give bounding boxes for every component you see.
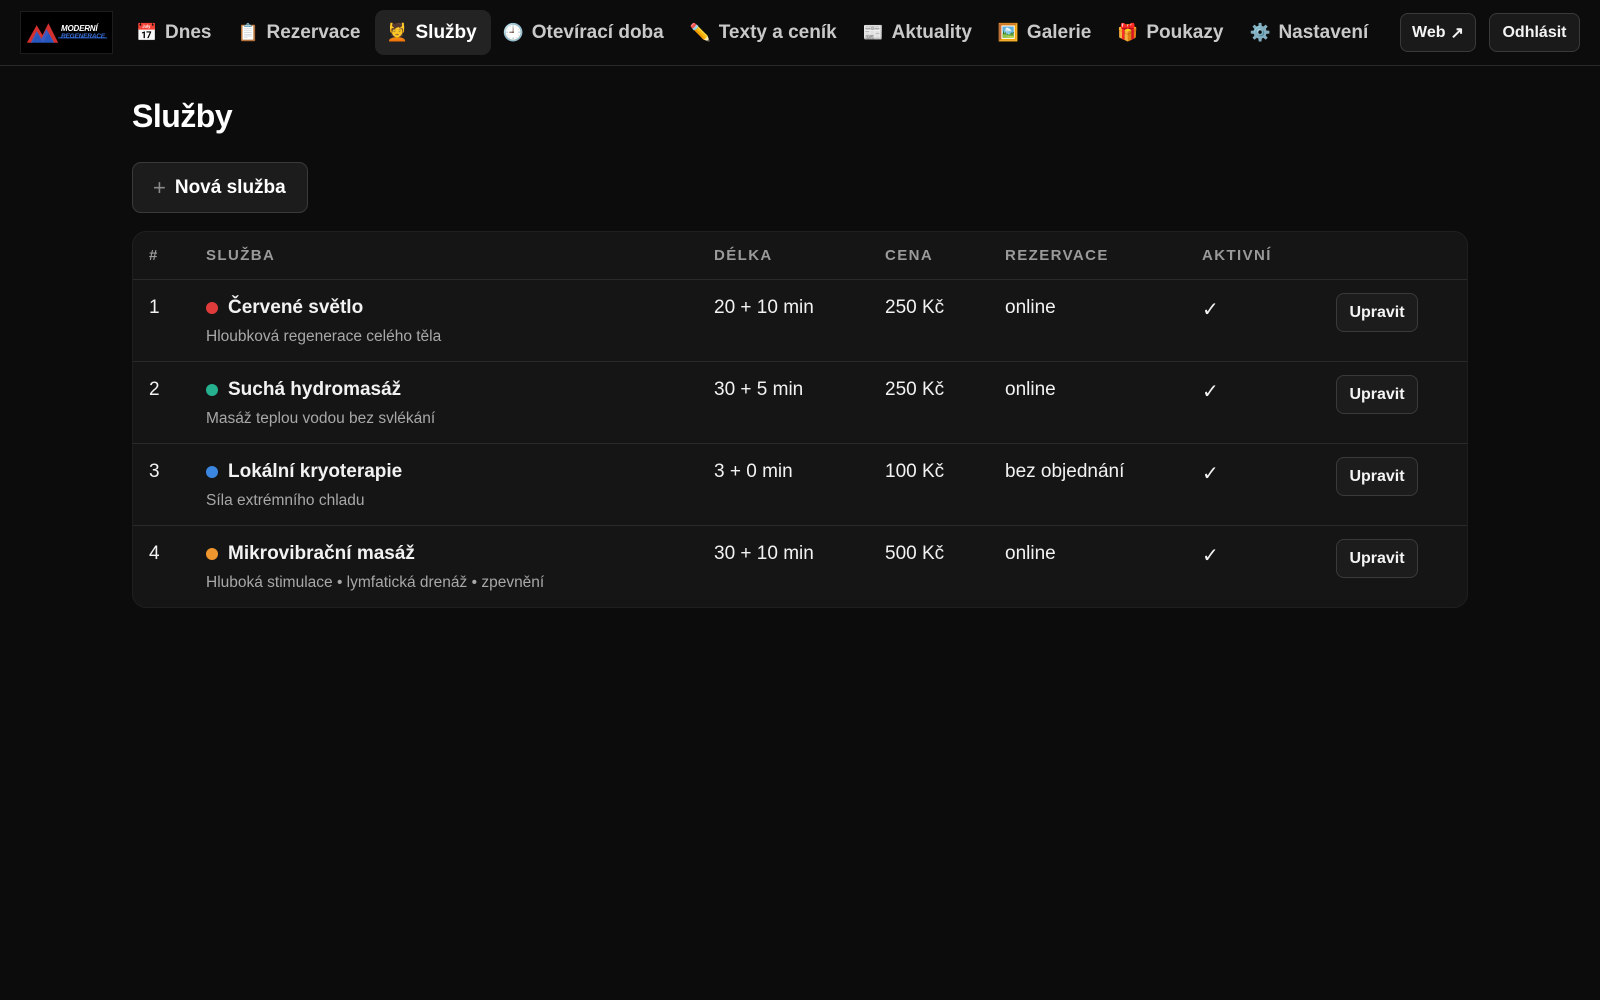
row-number: 3 (149, 461, 160, 482)
service-name-cell: Mikrovibrační masáž (206, 543, 415, 565)
nav-item-4[interactable]: ✏️ Texty a ceník (678, 10, 851, 55)
nav-item-label: Poukazy (1146, 21, 1224, 43)
service-description: Hluboká stimulace • lymfatická drenáž • … (206, 574, 545, 591)
header-number: # (149, 247, 159, 264)
services-table: # SLUŽBA DÉLKA CENA REZERVACE AKTIVNÍ 1 Č… (132, 231, 1468, 608)
row-number: 1 (149, 297, 160, 318)
table-row: 3 Lokální kryoterapie Síla extrémního chla… (133, 444, 1467, 526)
nav-item-1[interactable]: 📋 Rezervace (225, 10, 374, 55)
edit-button[interactable]: Upravit (1336, 375, 1418, 414)
active-check-icon: ✓ (1202, 381, 1219, 403)
logo-line2: REGENERACE (61, 33, 105, 40)
logo-line1: MODERNÍ (61, 24, 98, 33)
picture-icon: 🖼️ (997, 22, 1020, 42)
web-button-label: Web (1412, 23, 1446, 41)
nav-item-2[interactable]: 💆 Služby (374, 10, 491, 55)
external-link-icon: ↗ (1450, 24, 1464, 42)
nav-item-3[interactable]: 🕘 Otevírací doba (491, 10, 678, 55)
nav-item-label: Dnes (165, 21, 212, 43)
service-length: 30 + 10 min (714, 543, 814, 564)
service-name: Mikrovibrační masáž (228, 543, 415, 564)
page-title: Služby (132, 98, 233, 134)
nav-item-label: Nastavení (1278, 21, 1369, 43)
service-name-cell: Červené světlo (206, 297, 363, 319)
edit-button[interactable]: Upravit (1336, 457, 1418, 496)
nav-item-5[interactable]: 📰 Aktuality (851, 10, 986, 55)
service-reservation: online (1005, 297, 1056, 318)
main-nav: 📅 Dnes 📋 Rezervace 💆 Služby 🕘 Otevírací doba ✏️ T… (124, 10, 1382, 55)
header-length: DÉLKA (714, 247, 773, 264)
service-name: Suchá hydromasáž (228, 379, 402, 400)
service-name: Lokální kryoterapie (228, 461, 403, 482)
nav-item-0[interactable]: 📅 Dnes (124, 10, 225, 55)
service-description: Hloubková regenerace celého těla (206, 328, 442, 345)
service-price: 250 Kč (885, 379, 945, 400)
header-reservation: REZERVACE (1005, 247, 1109, 264)
brand-logo[interactable]: MODERNÍ REGENERACE (20, 11, 113, 54)
clock-icon: 🕘 (502, 22, 524, 42)
active-check-icon: ✓ (1202, 463, 1219, 485)
service-color-dot (206, 302, 218, 314)
service-reservation: online (1005, 379, 1056, 400)
nav-item-7[interactable]: 🎁 Poukazy (1105, 10, 1237, 55)
active-check-icon: ✓ (1202, 545, 1219, 567)
service-name-cell: Suchá hydromasáž (206, 379, 401, 401)
row-number: 4 (149, 543, 160, 564)
nav-item-6[interactable]: 🖼️ Galerie (986, 10, 1105, 55)
service-reservation: online (1005, 543, 1056, 564)
gear-icon: ⚙️ (1249, 22, 1271, 42)
nav-item-label: Aktuality (891, 21, 972, 43)
service-description: Masáž teplou vodou bez svlékání (206, 410, 436, 427)
logout-button-label: Odhlásit (1502, 23, 1567, 41)
service-color-dot (206, 548, 218, 560)
active-check-icon: ✓ (1202, 299, 1219, 321)
header-service: SLUŽBA (206, 247, 276, 264)
clipboard-icon: 📋 (237, 22, 259, 42)
table-row: 1 Červené světlo Hloubková regenerace celé… (133, 280, 1467, 362)
table-row: 4 Mikrovibrační masáž Hluboká stimulace • … (133, 526, 1467, 607)
pencil-icon: ✏️ (689, 22, 711, 42)
newspaper-icon: 📰 (862, 22, 884, 42)
edit-button[interactable]: Upravit (1336, 293, 1418, 332)
nav-item-label: Otevírací doba (531, 21, 664, 43)
nav-item-label: Texty a ceník (718, 21, 837, 43)
new-service-label: Nová služba (174, 176, 286, 198)
nav-item-label: Galerie (1026, 21, 1092, 43)
plus-icon: + (153, 174, 166, 200)
nav-item-8[interactable]: ⚙️ Nastavení (1237, 10, 1382, 55)
service-color-dot (206, 466, 218, 478)
nav-item-label: Služby (415, 21, 477, 43)
service-length: 30 + 5 min (714, 379, 804, 400)
service-name-cell: Lokální kryoterapie (206, 461, 402, 483)
header-active: AKTIVNÍ (1202, 247, 1272, 264)
service-description: Síla extrémního chladu (206, 492, 365, 509)
service-price: 250 Kč (885, 297, 945, 318)
service-price: 100 Kč (885, 461, 945, 482)
service-length: 20 + 10 min (714, 297, 814, 318)
logout-button[interactable]: Odhlásit (1489, 13, 1580, 52)
service-reservation: bez objednání (1005, 461, 1125, 482)
nav-item-label: Rezervace (266, 21, 361, 43)
web-button[interactable]: Web ↗ (1400, 13, 1476, 52)
table-header: # SLUŽBA DÉLKA CENA REZERVACE AKTIVNÍ (133, 232, 1467, 280)
person-icon: 💆 (386, 22, 408, 42)
edit-button[interactable]: Upravit (1336, 539, 1418, 578)
service-color-dot (206, 384, 218, 396)
service-length: 3 + 0 min (714, 461, 793, 482)
calendar-icon: 📅 (136, 22, 158, 42)
row-number: 2 (149, 379, 160, 400)
new-service-button[interactable]: + Nová služba (132, 162, 308, 213)
header-price: CENA (885, 247, 934, 264)
top-navigation-bar: MODERNÍ REGENERACE 📅 Dnes 📋 Rezervace 💆 Služb… (0, 0, 1600, 66)
service-price: 500 Kč (885, 543, 945, 564)
logo-text: MODERNÍ REGENERACE (61, 25, 105, 41)
gift-icon: 🎁 (1117, 22, 1139, 42)
table-row: 2 Suchá hydromasáž Masáž teplou vodou bez … (133, 362, 1467, 444)
service-name: Červené světlo (228, 297, 364, 318)
